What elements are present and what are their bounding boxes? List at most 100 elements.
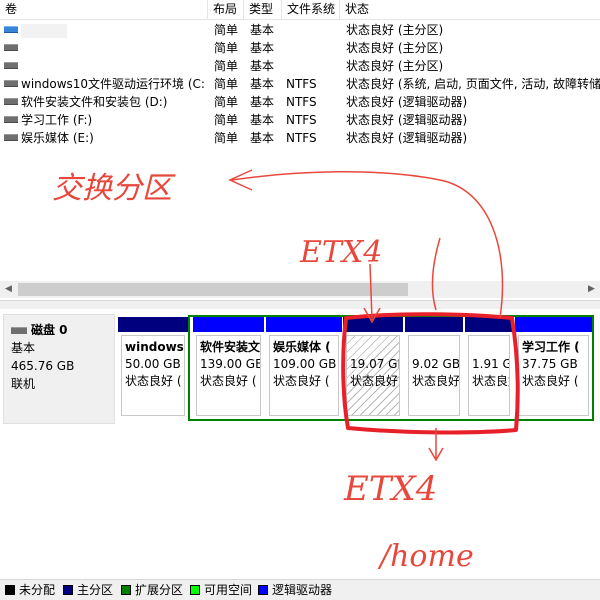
partition-block[interactable]: 娱乐媒体 ( 109.00 GB 状态良好 ( (266, 317, 342, 419)
partition-status: 状态良好 ( (200, 374, 257, 388)
partition-bar (118, 317, 188, 332)
partition-status: 状态良好 (350, 374, 399, 388)
volume-status: 状态良好 (主分区) (346, 59, 444, 73)
drive-icon (4, 134, 18, 141)
partition-block[interactable]: 1.91 G 状态良好 (465, 317, 513, 419)
column-header-volume-label: 卷 (5, 2, 18, 16)
partition-body: windows 50.00 GB 状态良好 ( (121, 335, 185, 416)
column-header-type[interactable]: 类型 (244, 0, 282, 19)
disk-map: 磁盘 0 基本 465.76 GB 联机 windows 50.00 GB 状态… (0, 309, 600, 579)
partition-body: 软件安装文 139.00 GB 状态良好 ( (196, 335, 261, 416)
header-divider (0, 19, 600, 20)
legend-swatch (121, 584, 131, 595)
volume-type: 基本 (250, 95, 275, 109)
legend-item: 主分区 (63, 581, 113, 599)
column-header-status-label: 状态 (345, 2, 370, 16)
volume-filesystem: NTFS (286, 113, 317, 127)
disk-name: 磁盘 0 (31, 323, 68, 337)
partition-block[interactable]: windows 50.00 GB 状态良好 ( (118, 317, 188, 419)
volume-filesystem: NTFS (286, 77, 317, 91)
legend-label: 可用空间 (204, 583, 253, 597)
disk-label[interactable]: 磁盘 0 基本 465.76 GB 联机 (3, 314, 115, 424)
volume-row[interactable]: 简单 基本 状态良好 (主分区) (0, 57, 600, 75)
volume-filesystem: NTFS (286, 95, 317, 109)
volume-name-cell: 软件安装文件和安装包 (D:) (4, 93, 204, 111)
volume-row[interactable]: windows10文件驱动运行环境 (C:) 简单 基本 NTFS 状态良好 (… (0, 75, 600, 93)
disk-kind: 基本 (11, 341, 36, 355)
volume-row[interactable]: 娱乐媒体 (E:) 简单 基本 NTFS 状态良好 (逻辑驱动器) (0, 129, 600, 147)
legend: 未分配 主分区 扩展分区 可用空间 逻辑驱动器 (0, 579, 600, 600)
legend-label: 主分区 (77, 583, 114, 597)
column-header-volume[interactable]: 卷 (0, 0, 208, 19)
partition-name (412, 339, 456, 356)
volume-list: 卷 布局 类型 文件系统 状态 简单 基本 状态良好 (主分区) 简单 基本 状… (0, 0, 600, 303)
column-header-status[interactable]: 状态 (340, 0, 600, 19)
volume-name: windows10文件驱动运行环境 (C:) (21, 77, 204, 91)
scroll-right-icon[interactable]: ▶ (583, 281, 600, 298)
legend-item: 可用空间 (190, 581, 252, 599)
legend-swatch (258, 584, 268, 595)
legend-item: 扩展分区 (121, 581, 183, 599)
volume-type: 基本 (250, 23, 275, 37)
partition-body: 学习工作 ( 37.75 GB 状态良好 ( (518, 335, 589, 416)
partition-size: 50.00 GB (125, 357, 181, 371)
partition-bar (405, 317, 463, 332)
horizontal-scrollbar[interactable]: ◀ ▶ (0, 281, 600, 298)
partition-status: 状态良好 ( (125, 374, 182, 388)
drive-icon (4, 80, 18, 87)
scroll-left-icon[interactable]: ◀ (0, 281, 17, 298)
partition-name: 软件安装文 (200, 340, 261, 354)
volume-status: 状态良好 (主分区) (346, 41, 444, 55)
column-header-filesystem[interactable]: 文件系统 (282, 0, 340, 19)
partition-name: 娱乐媒体 ( (273, 340, 331, 354)
disk-size: 465.76 GB (11, 359, 75, 373)
scrollbar-thumb[interactable] (18, 283, 408, 296)
volume-name-cell: windows10文件驱动运行环境 (C:) (4, 75, 204, 93)
legend-label: 逻辑驱动器 (272, 583, 333, 597)
volume-type: 基本 (250, 59, 275, 73)
partition-size: 19.07 GB (350, 357, 399, 371)
partition-name (472, 339, 506, 356)
partition-bar (343, 317, 403, 332)
partition-name (350, 339, 396, 356)
partition-block[interactable]: 学习工作 ( 37.75 GB 状态良好 ( (515, 317, 592, 419)
column-header-type-label: 类型 (249, 2, 274, 16)
legend-swatch (63, 584, 73, 595)
volume-layout: 简单 (214, 41, 239, 55)
column-header-layout[interactable]: 布局 (208, 0, 244, 19)
legend-label: 扩展分区 (135, 583, 184, 597)
volume-name-cell (4, 57, 204, 75)
disk-state: 联机 (11, 377, 36, 391)
legend-label: 未分配 (19, 583, 56, 597)
volume-layout: 简单 (214, 131, 239, 145)
partition-block[interactable]: 软件安装文 139.00 GB 状态良好 ( (193, 317, 264, 419)
drive-icon (4, 116, 18, 123)
legend-item: 逻辑驱动器 (258, 581, 332, 599)
volume-layout: 简单 (214, 77, 239, 91)
partition-body: 娱乐媒体 ( 109.00 GB 状态良好 ( (269, 335, 339, 416)
volume-row[interactable]: 软件安装文件和安装包 (D:) 简单 基本 NTFS 状态良好 (逻辑驱动器) (0, 93, 600, 111)
volume-name-cell (4, 39, 204, 57)
volume-row[interactable]: 简单 基本 状态良好 (主分区) (0, 39, 600, 57)
volume-layout: 简单 (214, 113, 239, 127)
legend-item: 未分配 (5, 581, 55, 599)
volume-name-cell (4, 21, 204, 39)
partition-bar (266, 317, 342, 332)
partition-size: 109.00 GB (273, 357, 337, 371)
volume-row[interactable]: 简单 基本 状态良好 (主分区) (0, 21, 600, 39)
volume-type: 基本 (250, 131, 275, 145)
partition-body: 19.07 GB 状态良好 (346, 335, 400, 416)
partition-block[interactable]: 9.02 GB 状态良好 (405, 317, 463, 419)
volume-layout: 简单 (214, 23, 239, 37)
drive-icon (4, 98, 18, 105)
partition-block-selected[interactable]: 19.07 GB 状态良好 (343, 317, 403, 419)
volume-status: 状态良好 (逻辑驱动器) (346, 95, 468, 109)
partition-size: 9.02 GB (412, 357, 460, 371)
drive-icon (4, 44, 18, 51)
partition-name: windows (125, 340, 184, 354)
volume-layout: 简单 (214, 95, 239, 109)
volume-row[interactable]: 学习工作 (F:) 简单 基本 NTFS 状态良好 (逻辑驱动器) (0, 111, 600, 129)
legend-swatch (5, 584, 15, 595)
volume-status: 状态良好 (主分区) (346, 23, 444, 37)
volume-type: 基本 (250, 41, 275, 55)
